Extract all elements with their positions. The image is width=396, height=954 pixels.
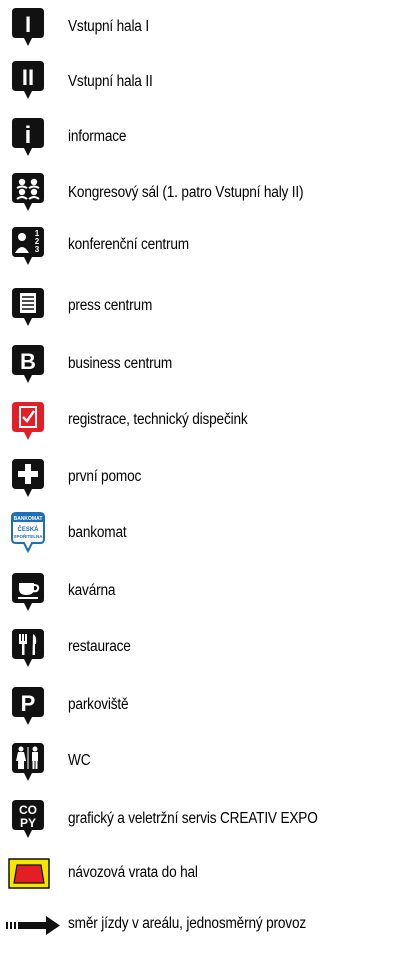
svg-text:PY: PY: [20, 816, 36, 830]
registration-icon: [10, 400, 46, 444]
conference-centre-icon: 1 2 3: [10, 225, 46, 269]
legend-label: návozová vrata do hal: [68, 864, 198, 881]
legend-item: 1 2 3 konferenční centrum: [0, 225, 396, 269]
legend-item: první pomoc: [0, 457, 396, 501]
legend-label: první pomoc: [68, 468, 142, 485]
legend-item: restaurace: [0, 627, 396, 671]
legend-item: návozová vrata do hal: [0, 857, 396, 901]
atm-icon: BANKOMAT ČESKÁ SPOŘITELNA: [10, 511, 46, 555]
legend-item: WC: [0, 741, 396, 785]
svg-text:3: 3: [35, 245, 40, 254]
legend-label: konferenční centrum: [68, 236, 189, 253]
restaurant-icon: [10, 627, 46, 671]
legend-label: informace: [68, 128, 127, 145]
legend-item: II Vstupní hala II: [0, 59, 396, 103]
parking-icon: P: [10, 685, 46, 729]
legend-item: směr jízdy v areálu, jednosměrný provoz: [0, 910, 396, 954]
legend-item: BANKOMAT ČESKÁ SPOŘITELNA bankomat: [0, 511, 396, 555]
congress-hall-icon: [10, 171, 46, 215]
svg-text:P: P: [21, 691, 36, 716]
legend-label: Vstupní hala II: [68, 73, 153, 90]
svg-text:CO: CO: [19, 803, 37, 817]
business-centre-icon: B: [10, 343, 46, 387]
legend-item: kavárna: [0, 571, 396, 615]
legend-item: I Vstupní hala I: [0, 6, 396, 50]
legend-label: Kongresový sál (1. patro Vstupní haly II…: [68, 184, 304, 201]
legend-label: grafický a veletržní servis CREATIV EXPO: [68, 810, 318, 827]
information-icon: i: [10, 116, 46, 160]
legend-label: Vstupní hala I: [68, 18, 149, 35]
copy-service-icon: CO PY: [10, 798, 46, 842]
legend-label: směr jízdy v areálu, jednosměrný provoz: [68, 915, 306, 932]
legend-label: press centrum: [68, 297, 153, 314]
legend-item: i informace: [0, 116, 396, 160]
first-aid-icon: [10, 457, 46, 501]
legend-item: B business centrum: [0, 343, 396, 387]
svg-text:SPOŘITELNA: SPOŘITELNA: [13, 532, 43, 539]
legend-item: P parkoviště: [0, 685, 396, 729]
legend-label: business centrum: [68, 355, 173, 372]
cafe-icon: [10, 571, 46, 615]
press-centre-icon: [10, 286, 46, 330]
entrance-hall-1-icon: I: [10, 6, 46, 50]
one-way-arrow-icon: [6, 910, 62, 954]
svg-text:BANKOMAT: BANKOMAT: [14, 516, 43, 522]
legend-label: bankomat: [68, 524, 127, 541]
svg-text:i: i: [25, 122, 32, 149]
svg-text:B: B: [20, 349, 36, 374]
legend-label: restaurace: [68, 638, 131, 655]
legend-item: CO PY grafický a veletržní servis CREATI…: [0, 798, 396, 842]
legend-label: kavárna: [68, 582, 116, 599]
legend-label: WC: [68, 752, 91, 769]
legend-item: press centrum: [0, 286, 396, 330]
svg-text:ČESKÁ: ČESKÁ: [17, 526, 39, 533]
svg-text:II: II: [22, 65, 34, 90]
loading-gate-icon: [8, 857, 52, 901]
legend-item: registrace, technický dispečink: [0, 400, 396, 444]
legend-label: registrace, technický dispečink: [68, 411, 248, 428]
svg-text:I: I: [25, 12, 31, 37]
legend-item: Kongresový sál (1. patro Vstupní haly II…: [0, 171, 396, 215]
wc-icon: [10, 741, 46, 785]
entrance-hall-2-icon: II: [10, 59, 46, 103]
legend-label: parkoviště: [68, 696, 129, 713]
